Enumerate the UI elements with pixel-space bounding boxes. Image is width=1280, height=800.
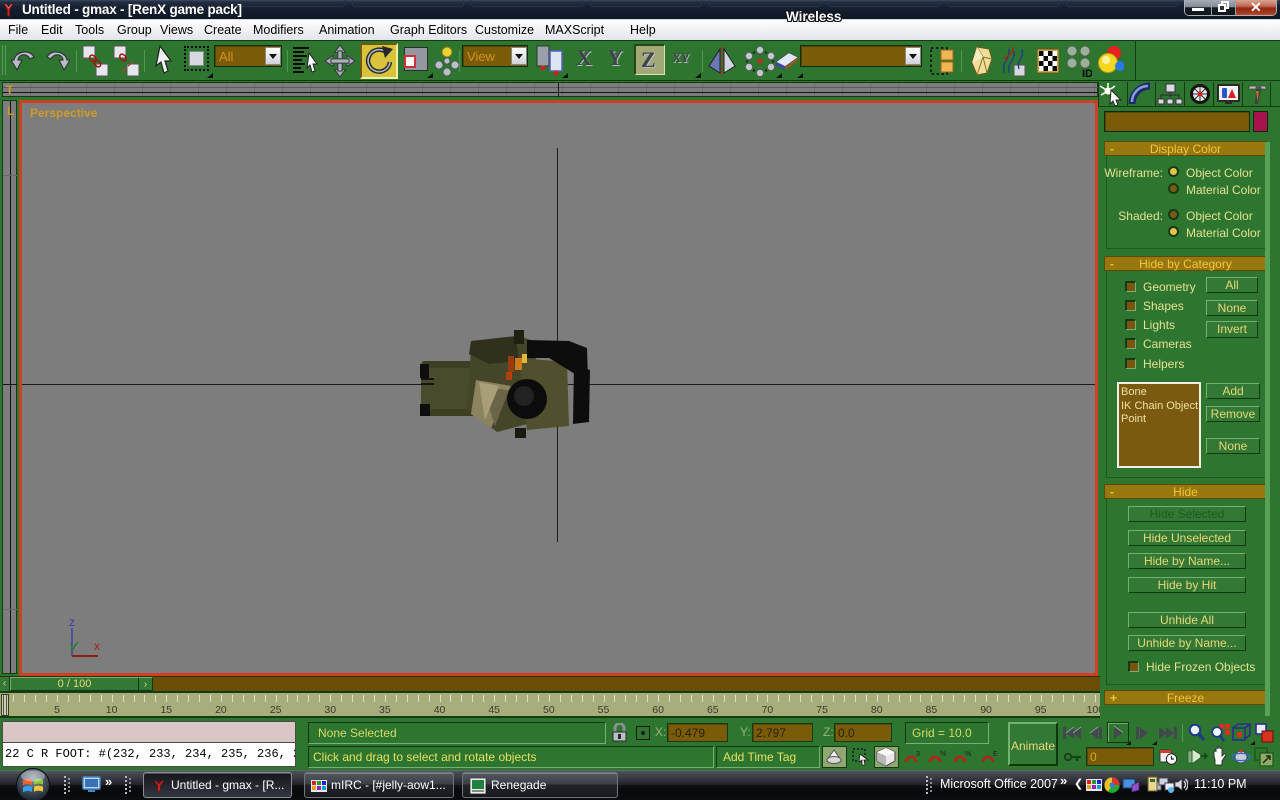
svg-text:%: %: [940, 751, 946, 758]
svg-text:%: %: [965, 751, 971, 758]
svg-text:3: 3: [916, 751, 920, 758]
svg-text:ID: ID: [1082, 68, 1092, 79]
svg-text:x: x: [94, 639, 100, 653]
svg-text:E: E: [993, 751, 998, 758]
svg-text:z: z: [69, 615, 75, 629]
